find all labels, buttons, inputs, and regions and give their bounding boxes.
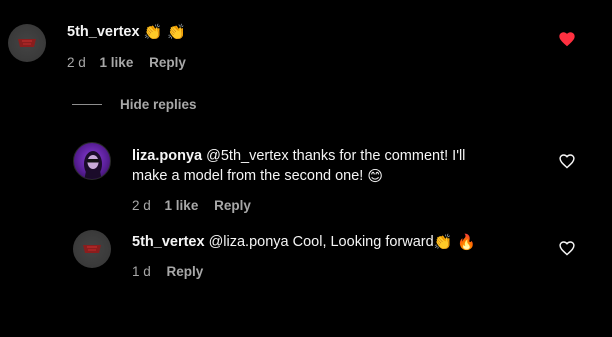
likes-count[interactable]: 1 like: [165, 198, 199, 213]
hide-replies-label: Hide replies: [120, 96, 197, 112]
comment-text: @5th_vertex thanks for the comment! I'll: [206, 148, 466, 164]
clap-emoji-icon: 👏 👏: [143, 23, 186, 41]
heart-outline-icon[interactable]: [558, 240, 576, 256]
avatar-mark-icon: [83, 245, 101, 253]
avatar[interactable]: [73, 230, 111, 268]
comment-time: 2 d: [67, 55, 86, 70]
heart-outline-icon[interactable]: [558, 153, 576, 169]
comment-text: @liza.ponya Cool, Looking forward: [208, 234, 434, 250]
reply-button[interactable]: Reply: [167, 264, 204, 279]
comment-time: 2 d: [132, 198, 151, 213]
comment-username[interactable]: liza.ponya: [132, 148, 202, 164]
comment-username[interactable]: 5th_vertex: [67, 24, 140, 40]
smile-emoji-icon: 😊: [367, 167, 383, 185]
hide-replies-button[interactable]: Hide replies: [72, 94, 197, 114]
reply-button[interactable]: Reply: [214, 198, 251, 213]
avatar-portrait-icon: [84, 151, 102, 179]
heart-filled-icon[interactable]: [558, 31, 576, 47]
avatar-mark-icon: [18, 39, 36, 47]
avatar[interactable]: [8, 24, 46, 62]
avatar[interactable]: [73, 142, 111, 180]
comment-username[interactable]: 5th_vertex: [132, 234, 205, 250]
comment-text-continued: make a model from the second one!: [132, 168, 364, 184]
reply-button[interactable]: Reply: [149, 55, 186, 70]
likes-count[interactable]: 1 like: [100, 55, 134, 70]
comment-time: 1 d: [132, 264, 151, 279]
clap-fire-emoji-icon: 👏 🔥: [433, 233, 476, 251]
divider-line: [72, 103, 102, 105]
